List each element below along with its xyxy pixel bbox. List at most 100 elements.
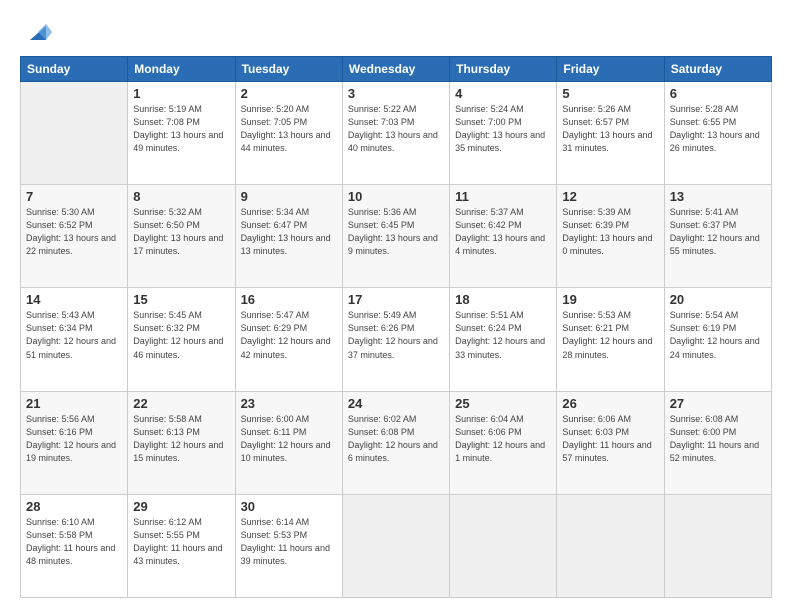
calendar-week-row: 21 Sunrise: 5:56 AM Sunset: 6:16 PM Dayl… — [21, 391, 772, 494]
calendar-cell: 1 Sunrise: 5:19 AM Sunset: 7:08 PM Dayli… — [128, 82, 235, 185]
calendar-cell: 14 Sunrise: 5:43 AM Sunset: 6:34 PM Dayl… — [21, 288, 128, 391]
day-number: 27 — [670, 396, 766, 411]
calendar-cell: 2 Sunrise: 5:20 AM Sunset: 7:05 PM Dayli… — [235, 82, 342, 185]
day-info: Sunrise: 5:49 AM Sunset: 6:26 PM Dayligh… — [348, 309, 444, 361]
day-info: Sunrise: 6:04 AM Sunset: 6:06 PM Dayligh… — [455, 413, 551, 465]
day-number: 5 — [562, 86, 658, 101]
header — [20, 18, 772, 46]
day-info: Sunrise: 5:37 AM Sunset: 6:42 PM Dayligh… — [455, 206, 551, 258]
day-info: Sunrise: 5:39 AM Sunset: 6:39 PM Dayligh… — [562, 206, 658, 258]
calendar-cell — [342, 494, 449, 597]
calendar-cell: 11 Sunrise: 5:37 AM Sunset: 6:42 PM Dayl… — [450, 185, 557, 288]
calendar-cell: 5 Sunrise: 5:26 AM Sunset: 6:57 PM Dayli… — [557, 82, 664, 185]
calendar-cell: 21 Sunrise: 5:56 AM Sunset: 6:16 PM Dayl… — [21, 391, 128, 494]
calendar-cell: 23 Sunrise: 6:00 AM Sunset: 6:11 PM Dayl… — [235, 391, 342, 494]
day-info: Sunrise: 5:24 AM Sunset: 7:00 PM Dayligh… — [455, 103, 551, 155]
day-number: 29 — [133, 499, 229, 514]
calendar-cell: 26 Sunrise: 6:06 AM Sunset: 6:03 PM Dayl… — [557, 391, 664, 494]
day-number: 7 — [26, 189, 122, 204]
day-number: 21 — [26, 396, 122, 411]
day-info: Sunrise: 5:19 AM Sunset: 7:08 PM Dayligh… — [133, 103, 229, 155]
day-number: 1 — [133, 86, 229, 101]
day-header-wednesday: Wednesday — [342, 57, 449, 82]
day-info: Sunrise: 5:34 AM Sunset: 6:47 PM Dayligh… — [241, 206, 337, 258]
calendar-cell: 4 Sunrise: 5:24 AM Sunset: 7:00 PM Dayli… — [450, 82, 557, 185]
calendar-week-row: 7 Sunrise: 5:30 AM Sunset: 6:52 PM Dayli… — [21, 185, 772, 288]
day-header-sunday: Sunday — [21, 57, 128, 82]
day-number: 19 — [562, 292, 658, 307]
day-info: Sunrise: 6:02 AM Sunset: 6:08 PM Dayligh… — [348, 413, 444, 465]
calendar-cell: 20 Sunrise: 5:54 AM Sunset: 6:19 PM Dayl… — [664, 288, 771, 391]
day-number: 24 — [348, 396, 444, 411]
day-number: 25 — [455, 396, 551, 411]
day-number: 8 — [133, 189, 229, 204]
calendar-table: SundayMondayTuesdayWednesdayThursdayFrid… — [20, 56, 772, 598]
calendar-week-row: 14 Sunrise: 5:43 AM Sunset: 6:34 PM Dayl… — [21, 288, 772, 391]
calendar-cell — [664, 494, 771, 597]
calendar-cell: 30 Sunrise: 6:14 AM Sunset: 5:53 PM Dayl… — [235, 494, 342, 597]
day-number: 3 — [348, 86, 444, 101]
calendar-cell: 7 Sunrise: 5:30 AM Sunset: 6:52 PM Dayli… — [21, 185, 128, 288]
day-header-saturday: Saturday — [664, 57, 771, 82]
day-info: Sunrise: 5:45 AM Sunset: 6:32 PM Dayligh… — [133, 309, 229, 361]
day-number: 30 — [241, 499, 337, 514]
page: SundayMondayTuesdayWednesdayThursdayFrid… — [0, 0, 792, 612]
logo — [20, 18, 52, 46]
day-number: 16 — [241, 292, 337, 307]
day-info: Sunrise: 5:36 AM Sunset: 6:45 PM Dayligh… — [348, 206, 444, 258]
day-number: 18 — [455, 292, 551, 307]
calendar-header-row: SundayMondayTuesdayWednesdayThursdayFrid… — [21, 57, 772, 82]
day-info: Sunrise: 5:54 AM Sunset: 6:19 PM Dayligh… — [670, 309, 766, 361]
day-info: Sunrise: 5:51 AM Sunset: 6:24 PM Dayligh… — [455, 309, 551, 361]
day-info: Sunrise: 6:00 AM Sunset: 6:11 PM Dayligh… — [241, 413, 337, 465]
calendar-cell: 16 Sunrise: 5:47 AM Sunset: 6:29 PM Dayl… — [235, 288, 342, 391]
calendar-cell: 15 Sunrise: 5:45 AM Sunset: 6:32 PM Dayl… — [128, 288, 235, 391]
calendar-cell: 17 Sunrise: 5:49 AM Sunset: 6:26 PM Dayl… — [342, 288, 449, 391]
day-number: 10 — [348, 189, 444, 204]
calendar-cell: 27 Sunrise: 6:08 AM Sunset: 6:00 PM Dayl… — [664, 391, 771, 494]
day-info: Sunrise: 6:10 AM Sunset: 5:58 PM Dayligh… — [26, 516, 122, 568]
calendar-week-row: 1 Sunrise: 5:19 AM Sunset: 7:08 PM Dayli… — [21, 82, 772, 185]
calendar-cell: 25 Sunrise: 6:04 AM Sunset: 6:06 PM Dayl… — [450, 391, 557, 494]
day-info: Sunrise: 6:06 AM Sunset: 6:03 PM Dayligh… — [562, 413, 658, 465]
calendar-cell: 13 Sunrise: 5:41 AM Sunset: 6:37 PM Dayl… — [664, 185, 771, 288]
calendar-cell: 29 Sunrise: 6:12 AM Sunset: 5:55 PM Dayl… — [128, 494, 235, 597]
calendar-cell: 28 Sunrise: 6:10 AM Sunset: 5:58 PM Dayl… — [21, 494, 128, 597]
day-info: Sunrise: 5:32 AM Sunset: 6:50 PM Dayligh… — [133, 206, 229, 258]
day-info: Sunrise: 5:22 AM Sunset: 7:03 PM Dayligh… — [348, 103, 444, 155]
calendar-week-row: 28 Sunrise: 6:10 AM Sunset: 5:58 PM Dayl… — [21, 494, 772, 597]
calendar-cell: 6 Sunrise: 5:28 AM Sunset: 6:55 PM Dayli… — [664, 82, 771, 185]
day-info: Sunrise: 5:53 AM Sunset: 6:21 PM Dayligh… — [562, 309, 658, 361]
calendar-cell: 12 Sunrise: 5:39 AM Sunset: 6:39 PM Dayl… — [557, 185, 664, 288]
calendar-cell: 24 Sunrise: 6:02 AM Sunset: 6:08 PM Dayl… — [342, 391, 449, 494]
day-info: Sunrise: 5:26 AM Sunset: 6:57 PM Dayligh… — [562, 103, 658, 155]
day-info: Sunrise: 5:41 AM Sunset: 6:37 PM Dayligh… — [670, 206, 766, 258]
day-number: 13 — [670, 189, 766, 204]
day-number: 17 — [348, 292, 444, 307]
day-number: 11 — [455, 189, 551, 204]
day-number: 9 — [241, 189, 337, 204]
calendar-cell: 9 Sunrise: 5:34 AM Sunset: 6:47 PM Dayli… — [235, 185, 342, 288]
day-info: Sunrise: 5:43 AM Sunset: 6:34 PM Dayligh… — [26, 309, 122, 361]
calendar-cell — [21, 82, 128, 185]
logo-icon — [24, 18, 52, 46]
day-number: 15 — [133, 292, 229, 307]
day-info: Sunrise: 5:58 AM Sunset: 6:13 PM Dayligh… — [133, 413, 229, 465]
day-info: Sunrise: 5:56 AM Sunset: 6:16 PM Dayligh… — [26, 413, 122, 465]
day-info: Sunrise: 5:30 AM Sunset: 6:52 PM Dayligh… — [26, 206, 122, 258]
day-info: Sunrise: 5:20 AM Sunset: 7:05 PM Dayligh… — [241, 103, 337, 155]
calendar-cell: 3 Sunrise: 5:22 AM Sunset: 7:03 PM Dayli… — [342, 82, 449, 185]
day-info: Sunrise: 6:14 AM Sunset: 5:53 PM Dayligh… — [241, 516, 337, 568]
day-number: 23 — [241, 396, 337, 411]
day-info: Sunrise: 6:12 AM Sunset: 5:55 PM Dayligh… — [133, 516, 229, 568]
day-number: 14 — [26, 292, 122, 307]
day-header-thursday: Thursday — [450, 57, 557, 82]
day-number: 6 — [670, 86, 766, 101]
calendar-cell: 22 Sunrise: 5:58 AM Sunset: 6:13 PM Dayl… — [128, 391, 235, 494]
day-info: Sunrise: 5:47 AM Sunset: 6:29 PM Dayligh… — [241, 309, 337, 361]
day-number: 26 — [562, 396, 658, 411]
calendar-cell: 8 Sunrise: 5:32 AM Sunset: 6:50 PM Dayli… — [128, 185, 235, 288]
day-number: 4 — [455, 86, 551, 101]
day-number: 22 — [133, 396, 229, 411]
day-number: 28 — [26, 499, 122, 514]
